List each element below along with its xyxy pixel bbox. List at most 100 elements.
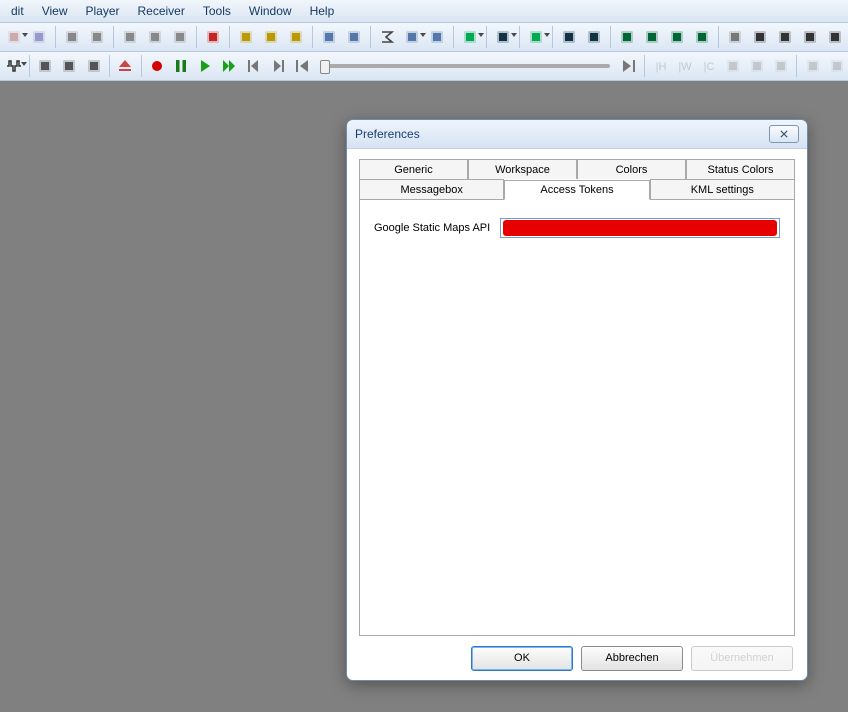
skip-end-icon[interactable] bbox=[617, 54, 640, 78]
separator bbox=[519, 26, 520, 48]
menu-help[interactable]: Help bbox=[301, 1, 344, 21]
separator bbox=[312, 26, 313, 48]
menu-player[interactable]: Player bbox=[76, 1, 128, 21]
bug-red-icon[interactable] bbox=[201, 25, 225, 49]
tab-access-tokens[interactable]: Access Tokens bbox=[504, 180, 649, 200]
matrix4-icon[interactable] bbox=[798, 25, 822, 49]
separator bbox=[644, 55, 645, 77]
signal-icon[interactable] bbox=[2, 54, 25, 78]
separator bbox=[55, 26, 56, 48]
letter-w-icon: |W bbox=[673, 54, 696, 78]
separator bbox=[796, 55, 797, 77]
google-maps-api-label: Google Static Maps API bbox=[374, 222, 490, 234]
layout3-icon[interactable] bbox=[284, 25, 308, 49]
svg-text:|C: |C bbox=[703, 61, 714, 73]
matrix5-icon[interactable] bbox=[823, 25, 847, 49]
pause-icon[interactable] bbox=[170, 54, 193, 78]
print-icon[interactable] bbox=[60, 25, 84, 49]
dots-icon bbox=[769, 54, 792, 78]
menu-tools[interactable]: Tools bbox=[194, 1, 240, 21]
matrix3-icon[interactable] bbox=[773, 25, 797, 49]
list-icon[interactable] bbox=[425, 25, 449, 49]
gears1-icon bbox=[801, 54, 824, 78]
tab-colors[interactable]: Colors bbox=[577, 159, 686, 179]
bars-green-icon[interactable] bbox=[524, 25, 548, 49]
dialog-body: Generic Workspace Colors Status Colors M… bbox=[347, 149, 807, 636]
sun-icon[interactable] bbox=[58, 54, 81, 78]
scope-dark-icon[interactable] bbox=[557, 25, 581, 49]
letter-c-icon: |C bbox=[697, 54, 720, 78]
menu-edit[interactable]: dit bbox=[2, 1, 33, 21]
tab-generic[interactable]: Generic bbox=[359, 159, 468, 179]
grid-green4-icon[interactable] bbox=[690, 25, 714, 49]
gears2-icon bbox=[825, 54, 848, 78]
table-icon[interactable] bbox=[400, 25, 424, 49]
separator bbox=[610, 26, 611, 48]
svg-text:|W: |W bbox=[678, 61, 692, 73]
dialog-title-text: Preferences bbox=[355, 127, 420, 141]
wave-dark-icon[interactable] bbox=[491, 25, 515, 49]
toolbar-main bbox=[0, 23, 848, 52]
skip-start-icon[interactable] bbox=[290, 54, 313, 78]
tab-workspace[interactable]: Workspace bbox=[468, 159, 577, 179]
tab-messagebox[interactable]: Messagebox bbox=[359, 179, 504, 199]
separator bbox=[718, 26, 719, 48]
step-fwd-icon[interactable] bbox=[266, 54, 289, 78]
eject-icon[interactable] bbox=[114, 54, 137, 78]
antenna-icon[interactable] bbox=[82, 54, 105, 78]
separator bbox=[196, 26, 197, 48]
ffwd-icon[interactable] bbox=[218, 54, 241, 78]
ok-button[interactable]: OK bbox=[471, 646, 573, 671]
preferences-dialog: Preferences Generic Workspace Colors Sta… bbox=[346, 119, 808, 681]
panel1-icon[interactable] bbox=[317, 25, 341, 49]
dialog-close-button[interactable] bbox=[769, 125, 799, 143]
separator bbox=[141, 55, 142, 77]
wand-icon[interactable] bbox=[34, 54, 57, 78]
copy-icon[interactable] bbox=[143, 25, 167, 49]
separator bbox=[109, 55, 110, 77]
menu-lines-icon bbox=[721, 54, 744, 78]
tab-kml-settings[interactable]: KML settings bbox=[650, 179, 795, 199]
separator bbox=[229, 26, 230, 48]
dialog-titlebar[interactable]: Preferences bbox=[347, 120, 807, 149]
chart-green-icon[interactable] bbox=[458, 25, 482, 49]
separator bbox=[370, 26, 371, 48]
menu-receiver[interactable]: Receiver bbox=[129, 1, 194, 21]
grid-green1-icon[interactable] bbox=[615, 25, 639, 49]
panel2-icon[interactable] bbox=[342, 25, 366, 49]
tab-strip: Generic Workspace Colors Status Colors M… bbox=[359, 159, 795, 199]
grid-green3-icon[interactable] bbox=[665, 25, 689, 49]
matrix2-icon[interactable] bbox=[748, 25, 772, 49]
timeline-thumb[interactable] bbox=[320, 60, 330, 74]
open-icon[interactable] bbox=[2, 25, 26, 49]
toolbar-playback: |H|W|C bbox=[0, 52, 848, 81]
menu-view[interactable]: View bbox=[33, 1, 77, 21]
separator bbox=[552, 26, 553, 48]
grid-green2-icon[interactable] bbox=[640, 25, 664, 49]
paste-icon[interactable] bbox=[168, 25, 192, 49]
separator bbox=[486, 26, 487, 48]
playback-timeline[interactable] bbox=[320, 64, 610, 68]
cancel-button[interactable]: Abbrechen bbox=[581, 646, 683, 671]
separator bbox=[453, 26, 454, 48]
target-icon[interactable] bbox=[582, 25, 606, 49]
matrix1-icon[interactable] bbox=[723, 25, 747, 49]
google-maps-api-input[interactable] bbox=[500, 218, 780, 238]
print-preview-icon[interactable] bbox=[85, 25, 109, 49]
save-icon[interactable] bbox=[27, 25, 51, 49]
cut-icon[interactable] bbox=[118, 25, 142, 49]
tab-status-colors[interactable]: Status Colors bbox=[686, 159, 795, 179]
menu-bar: dit View Player Receiver Tools Window He… bbox=[0, 0, 848, 23]
record-icon[interactable] bbox=[146, 54, 169, 78]
google-maps-api-field: Google Static Maps API bbox=[374, 218, 780, 238]
play-icon[interactable] bbox=[194, 54, 217, 78]
separator bbox=[29, 55, 30, 77]
dialog-button-bar: OK Abbrechen Übernehmen bbox=[347, 636, 807, 680]
redacted-value bbox=[503, 220, 777, 236]
menu-window[interactable]: Window bbox=[240, 1, 301, 21]
tab-panel-access-tokens: Google Static Maps API bbox=[359, 199, 795, 636]
layout2-icon[interactable] bbox=[259, 25, 283, 49]
step-back-icon[interactable] bbox=[242, 54, 265, 78]
layout1-icon[interactable] bbox=[234, 25, 258, 49]
sigma-icon[interactable] bbox=[375, 25, 399, 49]
